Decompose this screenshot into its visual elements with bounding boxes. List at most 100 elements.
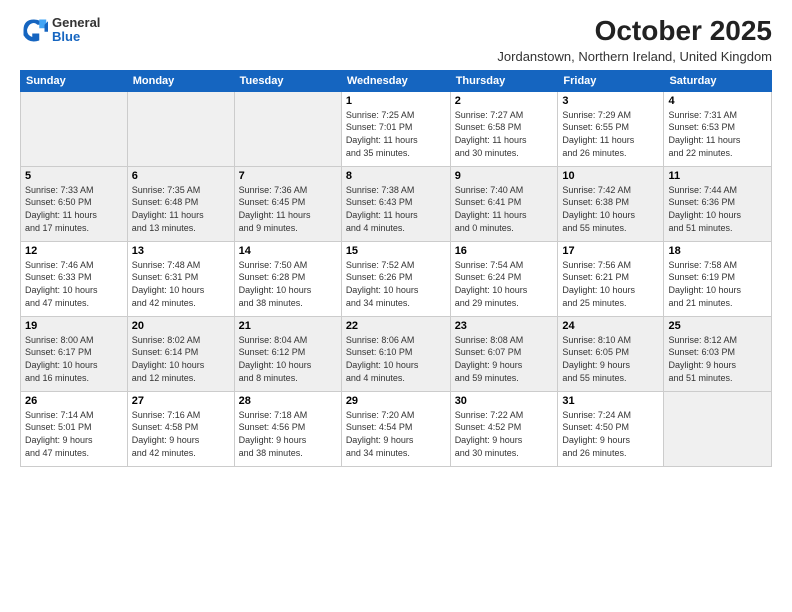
calendar-cell: 8Sunrise: 7:38 AM Sunset: 6:43 PM Daylig… xyxy=(341,166,450,241)
calendar-cell xyxy=(21,91,128,166)
header: General Blue October 2025 Jordanstown, N… xyxy=(20,16,772,64)
calendar-cell: 3Sunrise: 7:29 AM Sunset: 6:55 PM Daylig… xyxy=(558,91,664,166)
day-number: 31 xyxy=(562,395,659,407)
day-number: 17 xyxy=(562,245,659,257)
day-number: 29 xyxy=(346,395,446,407)
day-number: 7 xyxy=(239,170,337,182)
day-info: Sunrise: 7:33 AM Sunset: 6:50 PM Dayligh… xyxy=(25,184,123,234)
day-info: Sunrise: 8:08 AM Sunset: 6:07 PM Dayligh… xyxy=(455,334,554,384)
calendar-cell: 21Sunrise: 8:04 AM Sunset: 6:12 PM Dayli… xyxy=(234,316,341,391)
calendar-cell: 22 Sunrise: 8:06 AM Sunset: 6:10 PM Dayli… xyxy=(341,316,450,391)
header-monday: Monday xyxy=(127,70,234,91)
day-number: 1 xyxy=(346,95,446,107)
calendar-cell: 28 Sunrise: 7:18 AM Sunset: 4:56 PM Dayli… xyxy=(234,391,341,466)
day-number: 4 xyxy=(668,95,767,107)
day-info: Sunrise: 7:46 AM Sunset: 6:33 PM Dayligh… xyxy=(25,259,123,309)
day-number: 10 xyxy=(562,170,659,182)
location-subtitle: Jordanstown, Northern Ireland, United Ki… xyxy=(497,49,772,64)
day-number: 21 xyxy=(239,320,337,332)
calendar-cell xyxy=(127,91,234,166)
calendar-header-row: Sunday Monday Tuesday Wednesday Thursday… xyxy=(21,70,772,91)
day-number: 14 xyxy=(239,245,337,257)
day-number: 15 xyxy=(346,245,446,257)
day-number: 18 xyxy=(668,245,767,257)
day-info: Sunrise: 7:18 AM Sunset: 4:56 PM Dayligh… xyxy=(239,409,337,459)
day-info: Sunrise: 7:35 AM Sunset: 6:48 PM Dayligh… xyxy=(132,184,230,234)
day-info: Sunrise: 7:20 AM Sunset: 4:54 PM Dayligh… xyxy=(346,409,446,459)
day-info: Sunrise: 7:36 AM Sunset: 6:45 PM Dayligh… xyxy=(239,184,337,234)
day-number: 23 xyxy=(455,320,554,332)
logo-text: General Blue xyxy=(52,16,100,45)
day-info: Sunrise: 7:25 AM Sunset: 7:01 PM Dayligh… xyxy=(346,109,446,159)
logo: General Blue xyxy=(20,16,100,45)
calendar-table: Sunday Monday Tuesday Wednesday Thursday… xyxy=(20,70,772,467)
logo-blue-text: Blue xyxy=(52,30,100,44)
day-info: Sunrise: 7:38 AM Sunset: 6:43 PM Dayligh… xyxy=(346,184,446,234)
day-number: 27 xyxy=(132,395,230,407)
calendar-week-row-4: 19 Sunrise: 8:00 AM Sunset: 6:17 PM Dayli… xyxy=(21,316,772,391)
header-friday: Friday xyxy=(558,70,664,91)
calendar-week-row-3: 12 Sunrise: 7:46 AM Sunset: 6:33 PM Dayli… xyxy=(21,241,772,316)
calendar-cell: 7 Sunrise: 7:36 AM Sunset: 6:45 PM Daylig… xyxy=(234,166,341,241)
day-info: Sunrise: 8:02 AM Sunset: 6:14 PM Dayligh… xyxy=(132,334,230,384)
calendar-cell: 9Sunrise: 7:40 AM Sunset: 6:41 PM Daylig… xyxy=(450,166,558,241)
day-number: 11 xyxy=(668,170,767,182)
logo-icon xyxy=(20,16,48,44)
month-title: October 2025 xyxy=(497,16,772,47)
day-number: 25 xyxy=(668,320,767,332)
title-block: October 2025 Jordanstown, Northern Irela… xyxy=(497,16,772,64)
calendar-cell: 23 Sunrise: 8:08 AM Sunset: 6:07 PM Dayli… xyxy=(450,316,558,391)
calendar-week-row-5: 26 Sunrise: 7:14 AM Sunset: 5:01 PM Dayli… xyxy=(21,391,772,466)
calendar-cell: 14 Sunrise: 7:50 AM Sunset: 6:28 PM Dayli… xyxy=(234,241,341,316)
day-number: 3 xyxy=(562,95,659,107)
calendar-cell: 18Sunrise: 7:58 AM Sunset: 6:19 PM Dayli… xyxy=(664,241,772,316)
day-number: 5 xyxy=(25,170,123,182)
day-number: 13 xyxy=(132,245,230,257)
calendar-cell xyxy=(664,391,772,466)
calendar-cell: 16 Sunrise: 7:54 AM Sunset: 6:24 PM Dayli… xyxy=(450,241,558,316)
day-number: 20 xyxy=(132,320,230,332)
day-info: Sunrise: 8:00 AM Sunset: 6:17 PM Dayligh… xyxy=(25,334,123,384)
day-number: 28 xyxy=(239,395,337,407)
calendar-cell: 1 Sunrise: 7:25 AM Sunset: 7:01 PM Daylig… xyxy=(341,91,450,166)
day-info: Sunrise: 7:54 AM Sunset: 6:24 PM Dayligh… xyxy=(455,259,554,309)
calendar-cell: 26 Sunrise: 7:14 AM Sunset: 5:01 PM Dayli… xyxy=(21,391,128,466)
calendar-cell: 6Sunrise: 7:35 AM Sunset: 6:48 PM Daylig… xyxy=(127,166,234,241)
day-info: Sunrise: 7:31 AM Sunset: 6:53 PM Dayligh… xyxy=(668,109,767,159)
day-info: Sunrise: 7:22 AM Sunset: 4:52 PM Dayligh… xyxy=(455,409,554,459)
calendar-cell: 20 Sunrise: 8:02 AM Sunset: 6:14 PM Dayli… xyxy=(127,316,234,391)
calendar-cell: 31 Sunrise: 7:24 AM Sunset: 4:50 PM Dayli… xyxy=(558,391,664,466)
day-info: Sunrise: 8:12 AM Sunset: 6:03 PM Dayligh… xyxy=(668,334,767,384)
day-number: 16 xyxy=(455,245,554,257)
calendar-cell: 2Sunrise: 7:27 AM Sunset: 6:58 PM Daylig… xyxy=(450,91,558,166)
day-info: Sunrise: 8:10 AM Sunset: 6:05 PM Dayligh… xyxy=(562,334,659,384)
calendar-cell: 29 Sunrise: 7:20 AM Sunset: 4:54 PM Dayli… xyxy=(341,391,450,466)
day-info: Sunrise: 7:56 AM Sunset: 6:21 PM Dayligh… xyxy=(562,259,659,309)
day-number: 12 xyxy=(25,245,123,257)
calendar-cell: 24Sunrise: 8:10 AM Sunset: 6:05 PM Dayli… xyxy=(558,316,664,391)
calendar-week-row-1: 1 Sunrise: 7:25 AM Sunset: 7:01 PM Daylig… xyxy=(21,91,772,166)
calendar-cell xyxy=(234,91,341,166)
day-info: Sunrise: 8:06 AM Sunset: 6:10 PM Dayligh… xyxy=(346,334,446,384)
header-thursday: Thursday xyxy=(450,70,558,91)
day-info: Sunrise: 7:50 AM Sunset: 6:28 PM Dayligh… xyxy=(239,259,337,309)
header-sunday: Sunday xyxy=(21,70,128,91)
day-info: Sunrise: 7:27 AM Sunset: 6:58 PM Dayligh… xyxy=(455,109,554,159)
day-number: 9 xyxy=(455,170,554,182)
calendar-cell: 17 Sunrise: 7:56 AM Sunset: 6:21 PM Dayli… xyxy=(558,241,664,316)
header-tuesday: Tuesday xyxy=(234,70,341,91)
calendar-week-row-2: 5 Sunrise: 7:33 AM Sunset: 6:50 PM Daylig… xyxy=(21,166,772,241)
day-info: Sunrise: 7:16 AM Sunset: 4:58 PM Dayligh… xyxy=(132,409,230,459)
header-wednesday: Wednesday xyxy=(341,70,450,91)
day-info: Sunrise: 7:14 AM Sunset: 5:01 PM Dayligh… xyxy=(25,409,123,459)
day-info: Sunrise: 7:44 AM Sunset: 6:36 PM Dayligh… xyxy=(668,184,767,234)
day-number: 26 xyxy=(25,395,123,407)
calendar-cell: 15 Sunrise: 7:52 AM Sunset: 6:26 PM Dayli… xyxy=(341,241,450,316)
day-info: Sunrise: 7:52 AM Sunset: 6:26 PM Dayligh… xyxy=(346,259,446,309)
day-number: 19 xyxy=(25,320,123,332)
day-number: 22 xyxy=(346,320,446,332)
calendar-cell: 30Sunrise: 7:22 AM Sunset: 4:52 PM Dayli… xyxy=(450,391,558,466)
day-info: Sunrise: 7:48 AM Sunset: 6:31 PM Dayligh… xyxy=(132,259,230,309)
day-info: Sunrise: 7:24 AM Sunset: 4:50 PM Dayligh… xyxy=(562,409,659,459)
calendar-cell: 12 Sunrise: 7:46 AM Sunset: 6:33 PM Dayli… xyxy=(21,241,128,316)
